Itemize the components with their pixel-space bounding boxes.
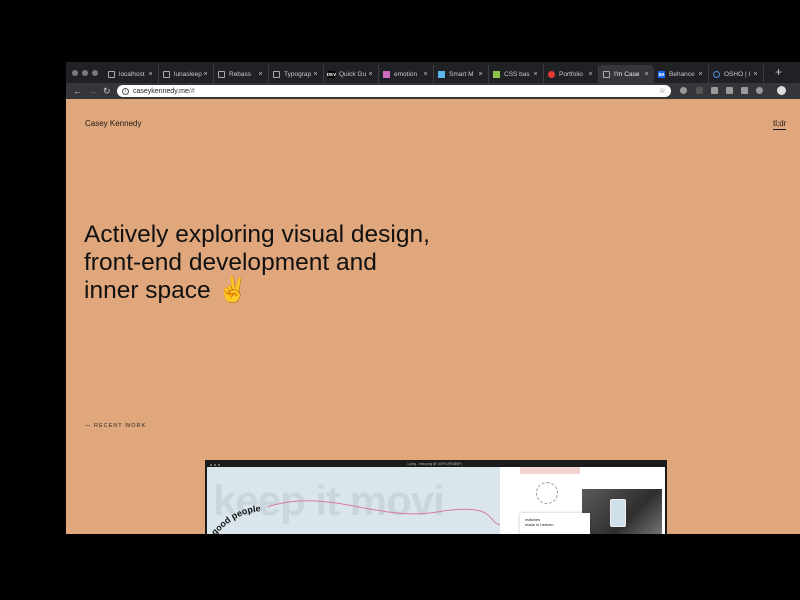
- dev-icon: DEV: [326, 70, 337, 78]
- extension-icon[interactable]: [741, 87, 748, 94]
- close-tab-icon[interactable]: ×: [532, 71, 539, 78]
- page-icon: [108, 70, 115, 78]
- project-preview-image[interactable]: 1.png - new.png @ 100% (RGB/8*) keep it …: [205, 460, 667, 534]
- tab-label: Portfolio: [559, 70, 583, 78]
- preview-circle: [536, 482, 558, 504]
- tab-label: Typograp: [284, 70, 312, 78]
- minimize-window-button[interactable]: [82, 70, 88, 76]
- browser-tab[interactable]: DEV Quick Gu ×: [324, 65, 379, 83]
- close-tab-icon[interactable]: ×: [587, 71, 594, 78]
- maximize-window-button[interactable]: [92, 70, 98, 76]
- tab-strip: localhost × lunasleep × Rebass × Typograp × DEV Q…: [66, 62, 800, 83]
- browser-tab[interactable]: Smart M ×: [434, 65, 489, 83]
- extension-icon[interactable]: [711, 87, 718, 94]
- close-tab-icon[interactable]: ×: [147, 71, 154, 78]
- emotion-icon: [383, 70, 390, 78]
- close-tab-icon[interactable]: ×: [422, 71, 429, 78]
- close-tab-icon[interactable]: ×: [257, 71, 264, 78]
- close-tab-icon[interactable]: ×: [367, 71, 374, 78]
- preview-photo: [582, 489, 662, 534]
- tldr-link[interactable]: tl;dr: [773, 119, 787, 130]
- browser-tab[interactable]: localhost ×: [104, 65, 159, 83]
- browser-toolbar: ← → ↻ i caseykennedy.me/# ☆: [66, 83, 800, 99]
- reload-button[interactable]: ↻: [103, 85, 111, 97]
- bookmark-star-icon[interactable]: ☆: [659, 86, 666, 95]
- smart-icon: [438, 70, 445, 78]
- browser-tab[interactable]: OSHO | I ×: [709, 65, 764, 83]
- extension-icon[interactable]: [680, 87, 687, 94]
- portfolio-icon: [548, 70, 555, 78]
- close-tab-icon[interactable]: ×: [643, 71, 650, 78]
- browser-tab[interactable]: I'm Case ×: [599, 65, 654, 83]
- behance-icon: Bē: [658, 70, 665, 78]
- extension-icon[interactable]: [756, 87, 763, 94]
- preview-left-panel: keep it movi good people: [207, 467, 500, 534]
- browser-tab[interactable]: emotion ×: [379, 65, 434, 83]
- hero-line: inner space ✌️: [84, 277, 248, 304]
- hero-line: front-end development and: [84, 249, 377, 276]
- window-controls: [72, 70, 98, 76]
- hero-heading: Actively exploring visual design, front-…: [84, 221, 484, 305]
- close-tab-icon[interactable]: ×: [202, 71, 209, 78]
- page-icon: [603, 70, 610, 78]
- tab-label: Smart M: [449, 70, 474, 78]
- browser-tab[interactable]: lunasleep ×: [159, 65, 214, 83]
- page-icon: [163, 70, 170, 78]
- preview-card: matches made in heaven: [520, 513, 590, 534]
- site-info-icon[interactable]: i: [122, 87, 129, 95]
- browser-tab[interactable]: Bē Behance ×: [654, 65, 709, 83]
- close-window-button[interactable]: [72, 70, 78, 76]
- new-tab-button[interactable]: +: [775, 66, 782, 78]
- tab-label: CSS bas: [504, 70, 530, 78]
- css-icon: [493, 70, 500, 78]
- browser-window: localhost × lunasleep × Rebass × Typograp × DEV Q…: [66, 62, 800, 534]
- tab-label: Rebass: [229, 70, 252, 78]
- forward-button[interactable]: →: [88, 85, 97, 97]
- site-brand[interactable]: Casey Kennedy: [85, 119, 141, 128]
- tab-label: Behance: [669, 70, 695, 78]
- tab-label: emotion: [394, 70, 418, 78]
- address-bar[interactable]: i caseykennedy.me/# ☆: [117, 85, 671, 97]
- osho-icon: [713, 70, 720, 78]
- browser-tab[interactable]: CSS bas ×: [489, 65, 544, 83]
- close-tab-icon[interactable]: ×: [477, 71, 484, 78]
- preview-pink-block: [520, 467, 580, 474]
- browser-tab[interactable]: Typograp ×: [269, 65, 324, 83]
- page-icon: [273, 70, 280, 78]
- tab-label: lunasleep: [174, 70, 202, 78]
- tab-list: localhost × lunasleep × Rebass × Typograp × DEV Q…: [104, 65, 764, 83]
- browser-tab[interactable]: Portfolio ×: [544, 65, 599, 83]
- tab-label: localhost: [119, 70, 145, 78]
- hero-line: Actively exploring visual design,: [84, 221, 430, 248]
- extension-icon[interactable]: [726, 87, 733, 94]
- phone-image: [610, 499, 626, 527]
- preview-curve: [266, 500, 500, 526]
- extension-icon[interactable]: [696, 87, 703, 94]
- close-tab-icon[interactable]: ×: [312, 71, 319, 78]
- tab-label: I'm Case: [614, 70, 640, 78]
- close-tab-icon[interactable]: ×: [697, 71, 704, 78]
- preview-right-panel: matches made in heaven: [500, 467, 665, 534]
- profile-avatar[interactable]: [777, 86, 786, 95]
- card-text: made in heaven: [525, 522, 554, 527]
- page-icon: [218, 70, 225, 78]
- tab-label: Quick Gu: [339, 70, 367, 78]
- web-page: Casey Kennedy tl;dr Actively exploring v…: [66, 99, 800, 534]
- close-tab-icon[interactable]: ×: [752, 71, 759, 78]
- address-url: caseykennedy.me/#: [133, 87, 195, 95]
- recent-work-label[interactable]: — RECENT WORK: [85, 423, 146, 429]
- back-button[interactable]: ←: [73, 85, 82, 97]
- browser-tab[interactable]: Rebass ×: [214, 65, 269, 83]
- tab-label: OSHO | I: [724, 70, 751, 78]
